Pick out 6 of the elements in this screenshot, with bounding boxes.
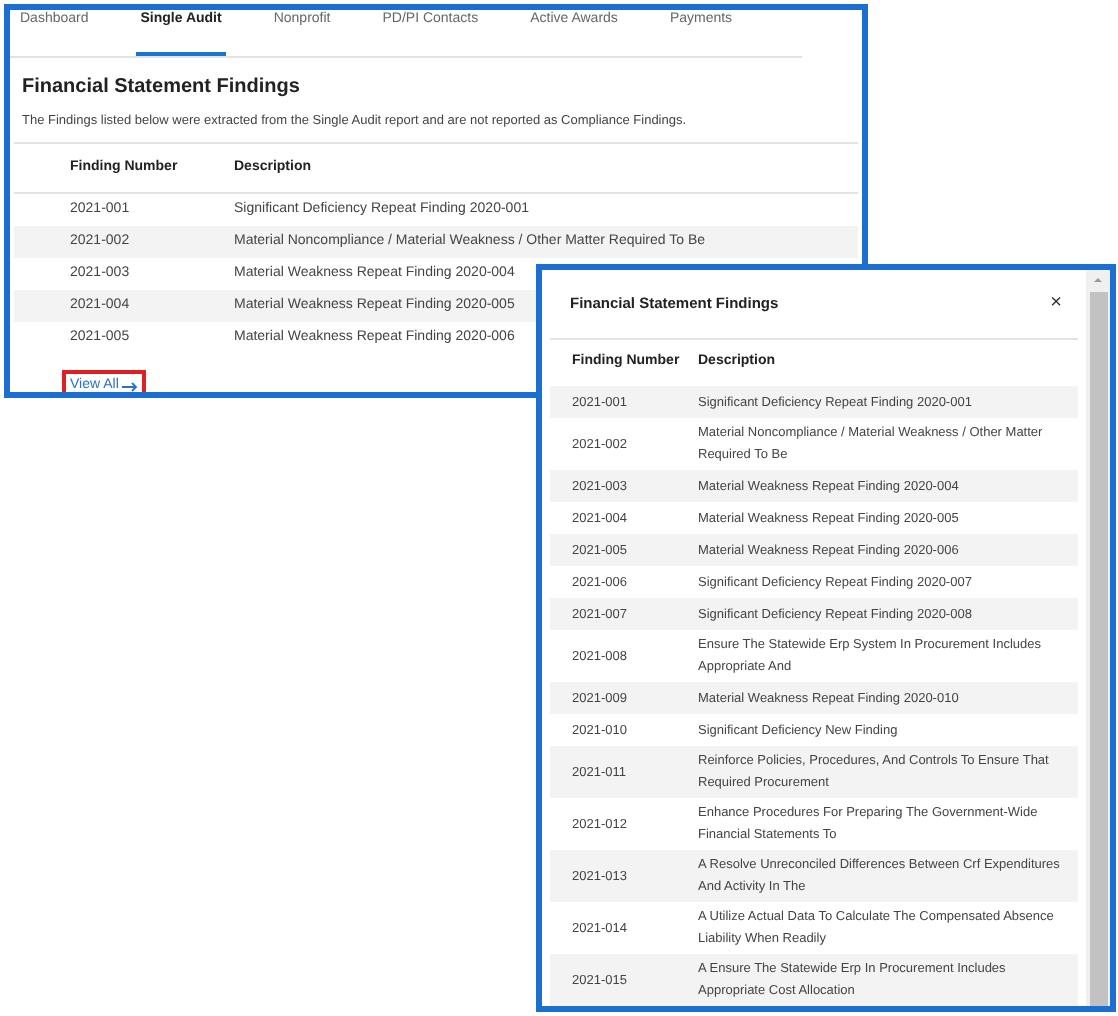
- section-title: Financial Statement Findings: [22, 73, 302, 101]
- arrow-right-icon: [122, 382, 139, 392]
- scrollbar-thumb[interactable]: [1089, 292, 1107, 1006]
- scrollbar[interactable]: [1086, 270, 1110, 1006]
- close-button[interactable]: ×: [1050, 294, 1062, 315]
- scroll-up-icon[interactable]: [1092, 274, 1104, 286]
